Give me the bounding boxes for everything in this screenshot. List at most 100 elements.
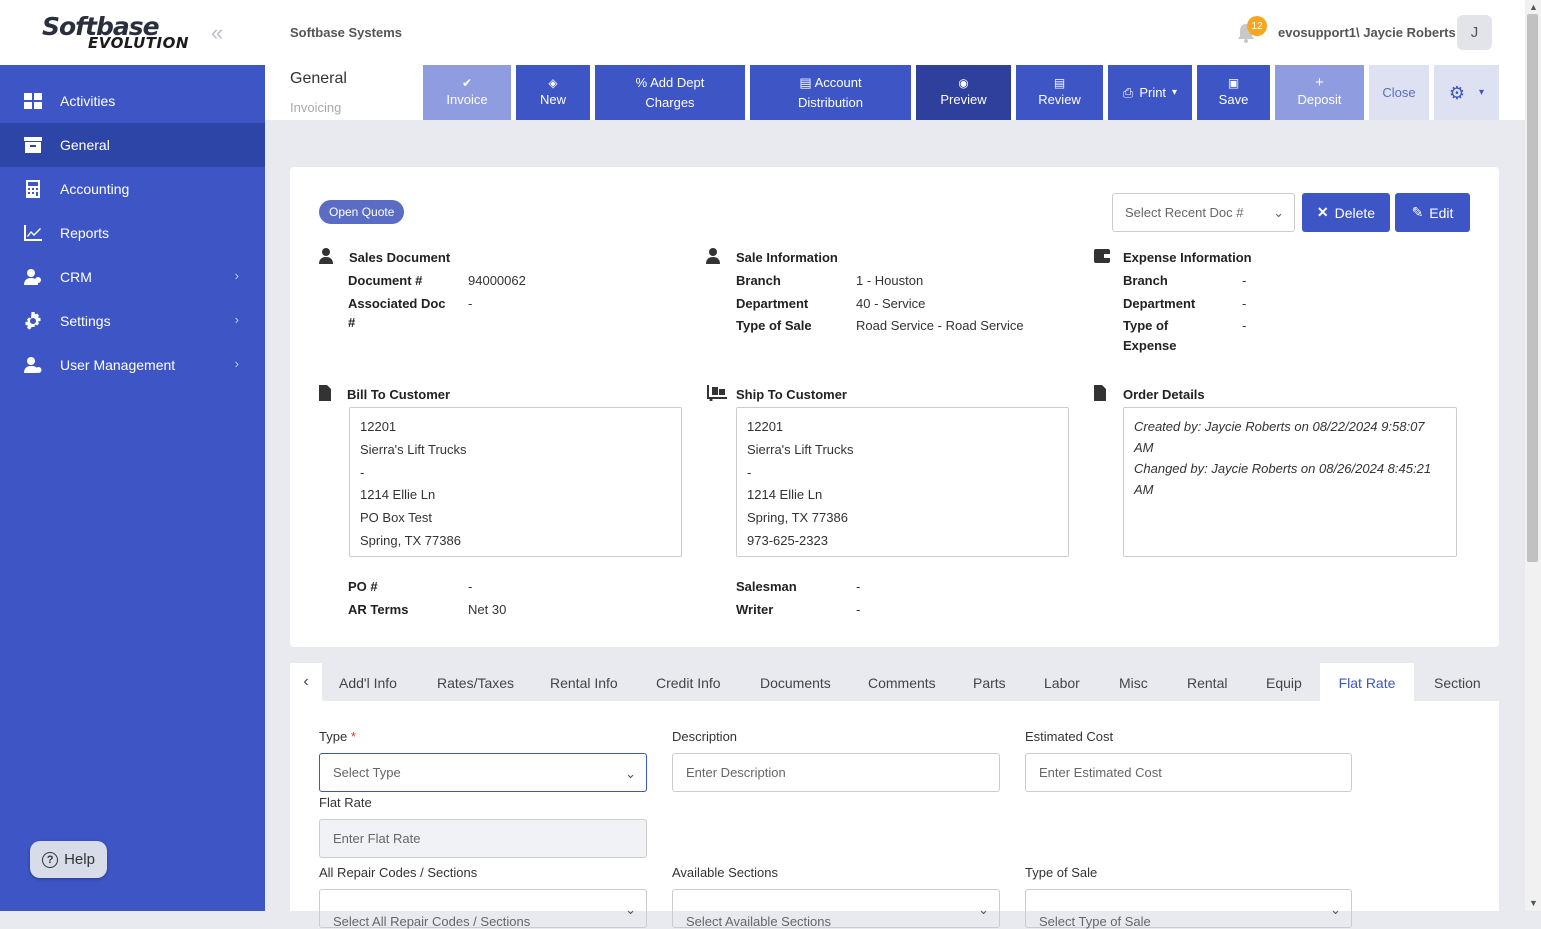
available-sections-select[interactable]: Select Available Sections ⌄ [672,889,1000,929]
printer-icon: ⎙ [1122,84,1134,100]
ar-terms-label: AR Terms [348,602,409,617]
chevron-right-icon: › [234,312,239,327]
sidebar-item-accounting[interactable]: Accounting [0,167,265,211]
tab-credit-info[interactable]: Credit Info [656,663,721,701]
writer-label: Writer [736,602,774,617]
file-icon: ▤ [1053,75,1066,90]
sales-document-heading: Sales Document [349,250,451,265]
add-dept-charges-button[interactable]: % Add Dept Charges [595,65,745,120]
grid-icon [24,92,42,110]
sidebar-item-label: Activities [60,93,116,109]
tab-section[interactable]: Section [1434,663,1481,701]
tab-rental[interactable]: Rental [1187,663,1227,701]
branch-value: 1 - Houston [856,273,924,288]
tab-addl-info[interactable]: Add'l Info [339,663,397,701]
type-select[interactable]: Select Type ⌄ [319,753,647,792]
expense-branch-label: Branch [1123,273,1168,288]
sidebar-item-settings[interactable]: Settings › [0,299,265,343]
estimated-cost-label: Estimated Cost [1025,729,1114,744]
sidebar-item-label: General [60,137,110,153]
help-button[interactable]: ? Help [30,841,107,878]
preview-button[interactable]: ◉ Preview [916,65,1011,120]
sidebar: Softbase EVOLUTION « Activities General … [0,0,265,911]
document-number-value: 94000062 [468,273,526,288]
flat-rate-input[interactable]: Enter Flat Rate [319,819,647,858]
tab-comments[interactable]: Comments [868,663,936,701]
sidebar-item-label: Reports [60,225,110,241]
type-of-expense-value: - [1242,318,1247,333]
invoice-button[interactable]: ✔ Invoice [423,65,511,120]
new-button[interactable]: ◈ New [516,65,590,120]
chevron-down-icon: ⌄ [1330,902,1341,917]
tab-labor[interactable]: Labor [1044,663,1080,701]
type-of-sale-label: Type of Sale [736,318,812,333]
save-button[interactable]: ▣ Save [1197,65,1270,120]
file-icon: ▤ [799,74,815,90]
check-icon: ✔ [461,75,473,90]
sidebar-item-user-management[interactable]: User Management › [0,343,265,387]
sidebar-item-activities[interactable]: Activities [0,79,265,123]
recent-doc-select[interactable]: Select Recent Doc # ⌄ [1112,193,1295,232]
type-of-sale-select[interactable]: Select Type of Sale ⌄ [1025,889,1352,929]
ar-terms-value: Net 30 [468,602,507,617]
logo-area: Softbase EVOLUTION « [0,0,265,65]
truck-loading-icon [707,385,727,401]
expense-branch-value: - [1242,273,1247,288]
associated-doc-value: - [468,296,473,311]
status-badge: Open Quote [319,200,405,224]
wallet-icon [1094,249,1110,263]
scrollbar-thumb[interactable] [1527,14,1538,562]
sidebar-item-general[interactable]: General [0,123,265,167]
type-of-expense-label-2: Expense [1123,338,1177,353]
tab-rates-taxes[interactable]: Rates/Taxes [437,663,514,701]
scroll-up-icon[interactable]: ▲ [1529,2,1538,12]
description-input[interactable]: Enter Description [672,753,1000,792]
deposit-button[interactable]: + Deposit [1275,65,1364,120]
avatar[interactable]: J [1457,15,1492,50]
type-of-sale-label: Type of Sale [1025,865,1098,880]
account-distribution-button[interactable]: ▤ Account Distribution [750,65,911,120]
order-details-box: Created by: Jaycie Roberts on 08/22/2024… [1123,407,1457,557]
close-button[interactable]: Close [1369,65,1429,120]
page-title: General [290,70,347,87]
collapse-sidebar-icon[interactable]: « [211,20,223,46]
chevron-down-icon: ▾ [1172,86,1178,98]
type-label: Type * [319,729,356,744]
sale-information-heading: Sale Information [736,250,838,265]
department-value: 40 - Service [856,296,926,311]
edit-button[interactable]: ✎ Edit [1395,193,1470,232]
sidebar-item-label: CRM [60,269,92,285]
repair-codes-select[interactable]: Select All Repair Codes / Sections ⌄ [319,889,647,929]
sidebar-item-reports[interactable]: Reports [0,211,265,255]
ship-to-address: 12201 Sierra's Lift Trucks - 1214 Ellie … [736,407,1069,557]
percent-icon: % [635,74,651,90]
user-name[interactable]: evosupport1\ Jaycie Roberts [1278,25,1456,40]
sidebar-item-label: User Management [60,357,176,373]
po-label: PO # [348,579,378,594]
edit-icon: ✎ [1411,204,1424,220]
gear-icon [24,312,42,330]
sidebar-item-crm[interactable]: CRM › [0,255,265,299]
chevron-left-icon[interactable]: ‹ [290,663,322,701]
print-button[interactable]: ⎙ Print ▾ [1108,65,1192,120]
x-icon: ✕ [1316,204,1329,220]
tab-parts[interactable]: Parts [973,663,1006,701]
flat-rate-label: Flat Rate [319,795,372,810]
settings-dropdown-button[interactable]: ⚙ ▾ [1434,65,1499,120]
expense-information-heading: Expense Information [1123,250,1252,265]
tab-documents[interactable]: Documents [760,663,831,701]
flat-rate-form: Type * Select Type ⌄ Description Enter D… [290,701,1499,929]
tab-misc[interactable]: Misc [1119,663,1148,701]
sidebar-item-label: Settings [60,313,111,329]
tab-rental-info[interactable]: Rental Info [550,663,618,701]
logo[interactable]: Softbase EVOLUTION [42,14,189,51]
scroll-down-icon[interactable]: ▼ [1529,898,1538,908]
delete-button[interactable]: ✕ Delete [1302,193,1390,232]
tab-flat-rate[interactable]: Flat Rate [1320,663,1414,701]
notification-badge: 12 [1247,16,1267,36]
review-button[interactable]: ▤ Review [1016,65,1103,120]
ship-to-heading: Ship To Customer [736,387,847,402]
estimated-cost-input[interactable]: Enter Estimated Cost [1025,753,1352,792]
plus-icon: + [1315,73,1324,91]
tab-equip[interactable]: Equip [1266,663,1302,701]
